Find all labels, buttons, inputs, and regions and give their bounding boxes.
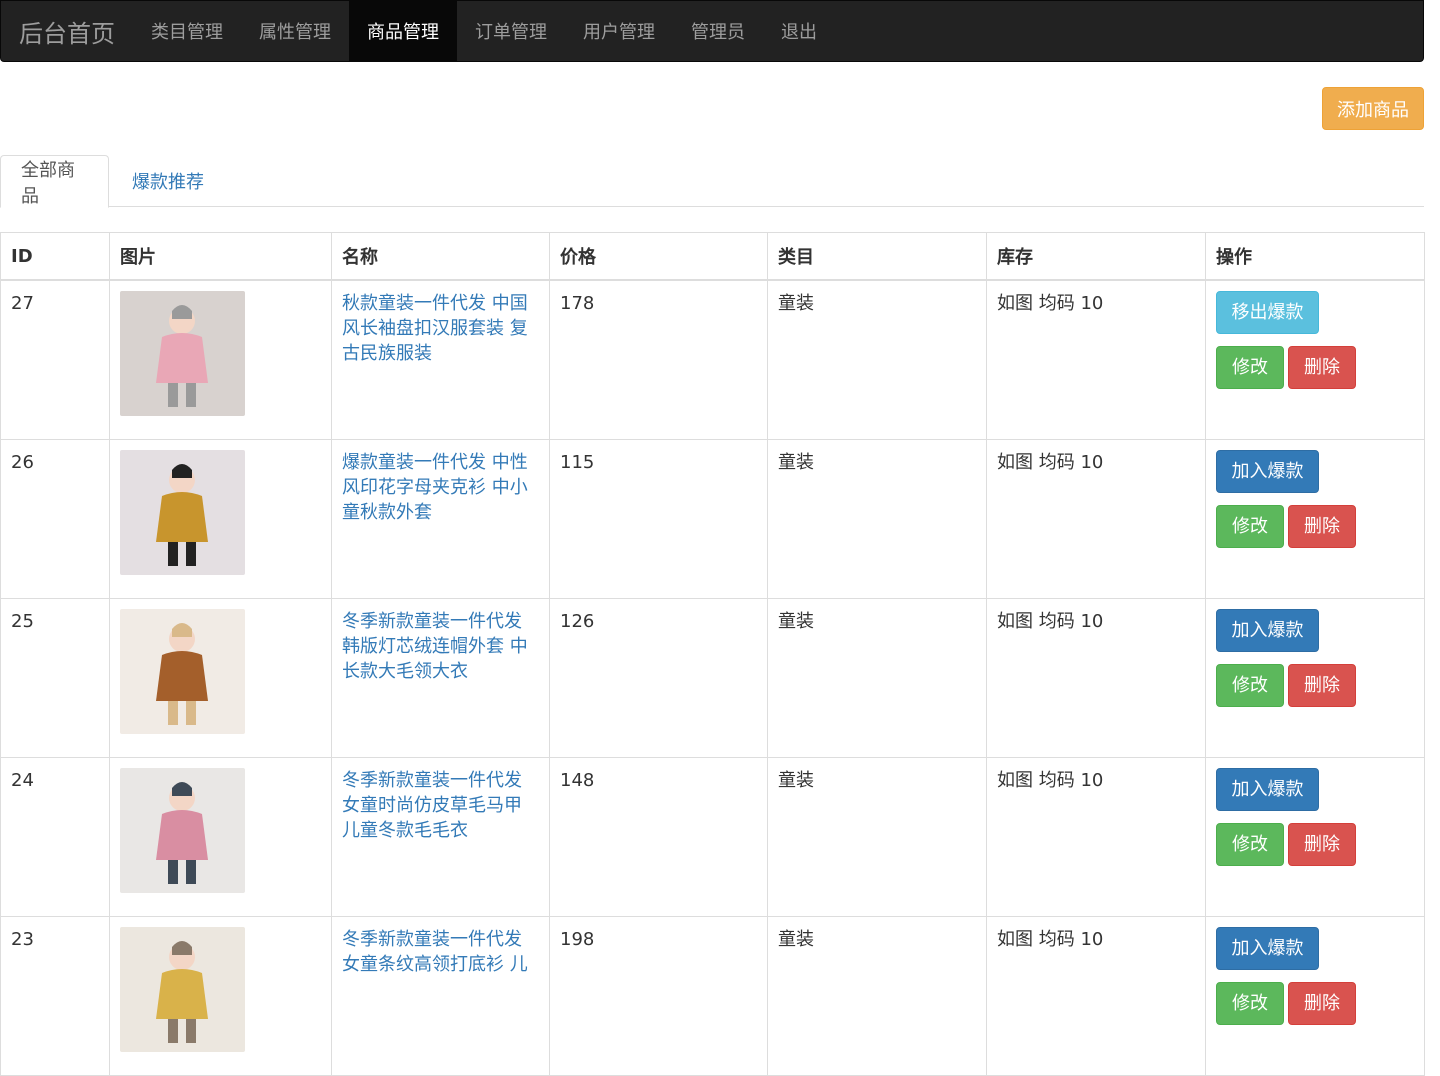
- remove-hot-button[interactable]: 移出爆款: [1216, 291, 1319, 334]
- product-name-link[interactable]: 冬季新款童装一件代发 韩版灯芯绒连帽外套 中长款大毛领大衣: [342, 609, 539, 684]
- table-row: 26 爆款童装一件代发 中性风印花字母夹克衫 中小童秋款外套 115 童装 如图 均码 …: [0, 438, 1425, 599]
- cell-id: 25: [0, 597, 110, 758]
- cell-price: 198: [549, 915, 768, 1076]
- edit-button[interactable]: 修改: [1216, 981, 1284, 1025]
- header-image: 图片: [109, 232, 332, 281]
- add-hot-button[interactable]: 加入爆款: [1216, 449, 1319, 493]
- cell-actions: 加入爆款修改 删除: [1205, 438, 1425, 599]
- delete-button[interactable]: 删除: [1288, 981, 1356, 1025]
- delete-button[interactable]: 删除: [1288, 346, 1356, 389]
- table-row: 27 秋款童装一件代发 中国风长袖盘扣汉服套装 复古民族服装 178 童装 如图 均码 …: [0, 279, 1425, 440]
- cell-category: 童装: [767, 597, 987, 758]
- cell-image: [109, 756, 332, 917]
- table-row: 25 冬季新款童装一件代发 韩版灯芯绒连帽外套 中长款大毛领大衣 126 童装 如图 均…: [0, 597, 1425, 758]
- add-hot-button[interactable]: 加入爆款: [1216, 608, 1319, 652]
- product-thumbnail[interactable]: [120, 449, 245, 575]
- delete-button[interactable]: 删除: [1288, 504, 1356, 548]
- nav-item-order[interactable]: 订单管理: [457, 1, 565, 61]
- header-name: 名称: [331, 232, 550, 281]
- cell-stock: 如图 均码 10: [986, 279, 1206, 440]
- edit-delete-group: 修改 删除: [1216, 504, 1414, 548]
- cell-price: 115: [549, 438, 768, 599]
- product-name-link[interactable]: 冬季新款童装一件代发 女童条纹高领打底衫 儿: [342, 927, 539, 977]
- tab-all-products[interactable]: 全部商品: [0, 155, 109, 208]
- product-name-link[interactable]: 秋款童装一件代发 中国风长袖盘扣汉服套装 复古民族服装: [342, 291, 539, 366]
- edit-delete-group: 修改 删除: [1216, 981, 1414, 1025]
- product-name-link[interactable]: 爆款童装一件代发 中性风印花字母夹克衫 中小童秋款外套: [342, 450, 539, 525]
- add-hot-button[interactable]: 加入爆款: [1216, 767, 1319, 811]
- cell-image: [109, 279, 332, 440]
- cell-stock: 如图 均码 10: [986, 438, 1206, 599]
- delete-button[interactable]: 删除: [1288, 663, 1356, 707]
- product-name-link[interactable]: 冬季新款童装一件代发 女童时尚仿皮草毛马甲 儿童冬款毛毛衣: [342, 768, 539, 843]
- top-navbar: 后台首页 类目管理 属性管理 商品管理 订单管理 用户管理 管理员 退出: [0, 0, 1424, 62]
- header-actions: 操作: [1205, 232, 1425, 281]
- cell-stock: 如图 均码 10: [986, 915, 1206, 1076]
- header-stock: 库存: [986, 232, 1206, 281]
- table-row: 23 冬季新款童装一件代发 女童条纹高领打底衫 儿 198 童装 如图 均码 10 加入爆…: [0, 915, 1425, 1076]
- product-table: ID 图片 名称 价格 类目 库存 操作 27 秋款童装一件代发 中国风长袖盘扣汉…: [0, 232, 1425, 1076]
- header-category: 类目: [767, 232, 987, 281]
- cell-actions: 加入爆款修改 删除: [1205, 915, 1425, 1076]
- cell-id: 24: [0, 756, 110, 917]
- cell-id: 23: [0, 915, 110, 1076]
- brand-link[interactable]: 后台首页: [1, 1, 133, 61]
- table-header-row: ID 图片 名称 价格 类目 库存 操作: [0, 232, 1425, 281]
- edit-button[interactable]: 修改: [1216, 346, 1284, 389]
- tab-hot-recommend[interactable]: 爆款推荐: [112, 155, 224, 207]
- cell-id: 26: [0, 438, 110, 599]
- cell-actions: 加入爆款修改 删除: [1205, 756, 1425, 917]
- edit-delete-group: 修改 删除: [1216, 822, 1414, 866]
- nav-item-product[interactable]: 商品管理: [349, 1, 457, 61]
- edit-button[interactable]: 修改: [1216, 504, 1284, 548]
- product-tabs: 全部商品 爆款推荐: [0, 155, 1424, 208]
- cell-price: 126: [549, 597, 768, 758]
- cell-name: 冬季新款童装一件代发 女童条纹高领打底衫 儿: [331, 915, 550, 1076]
- cell-actions: 移出爆款修改 删除: [1205, 279, 1425, 440]
- cell-image: [109, 597, 332, 758]
- cell-name: 秋款童装一件代发 中国风长袖盘扣汉服套装 复古民族服装: [331, 279, 550, 440]
- nav-item-attribute[interactable]: 属性管理: [241, 1, 349, 61]
- cell-category: 童装: [767, 438, 987, 599]
- cell-price: 178: [549, 279, 768, 440]
- cell-image: [109, 438, 332, 599]
- header-id: ID: [0, 232, 110, 281]
- add-hot-button[interactable]: 加入爆款: [1216, 926, 1319, 970]
- cell-category: 童装: [767, 756, 987, 917]
- nav-item-admin[interactable]: 管理员: [673, 1, 763, 61]
- product-thumbnail[interactable]: [120, 291, 245, 416]
- nav-item-logout[interactable]: 退出: [763, 1, 835, 61]
- cell-name: 冬季新款童装一件代发 韩版灯芯绒连帽外套 中长款大毛领大衣: [331, 597, 550, 758]
- product-thumbnail[interactable]: [120, 608, 245, 734]
- cell-stock: 如图 均码 10: [986, 597, 1206, 758]
- cell-id: 27: [0, 279, 110, 440]
- edit-button[interactable]: 修改: [1216, 663, 1284, 707]
- cell-price: 148: [549, 756, 768, 917]
- cell-actions: 加入爆款修改 删除: [1205, 597, 1425, 758]
- cell-image: [109, 915, 332, 1076]
- edit-delete-group: 修改 删除: [1216, 346, 1414, 389]
- nav-item-category[interactable]: 类目管理: [133, 1, 241, 61]
- product-thumbnail[interactable]: [120, 767, 245, 893]
- cell-stock: 如图 均码 10: [986, 756, 1206, 917]
- product-thumbnail[interactable]: [120, 926, 245, 1052]
- edit-button[interactable]: 修改: [1216, 822, 1284, 866]
- cell-name: 冬季新款童装一件代发 女童时尚仿皮草毛马甲 儿童冬款毛毛衣: [331, 756, 550, 917]
- cell-category: 童装: [767, 279, 987, 440]
- table-row: 24 冬季新款童装一件代发 女童时尚仿皮草毛马甲 儿童冬款毛毛衣 148 童装 如图 均…: [0, 756, 1425, 917]
- add-product-button[interactable]: 添加商品: [1322, 87, 1424, 130]
- header-price: 价格: [549, 232, 768, 281]
- delete-button[interactable]: 删除: [1288, 822, 1356, 866]
- edit-delete-group: 修改 删除: [1216, 663, 1414, 707]
- nav-item-user[interactable]: 用户管理: [565, 1, 673, 61]
- cell-category: 童装: [767, 915, 987, 1076]
- product-table-wrapper: ID 图片 名称 价格 类目 库存 操作 27 秋款童装一件代发 中国风长袖盘扣汉…: [0, 232, 1425, 1076]
- cell-name: 爆款童装一件代发 中性风印花字母夹克衫 中小童秋款外套: [331, 438, 550, 599]
